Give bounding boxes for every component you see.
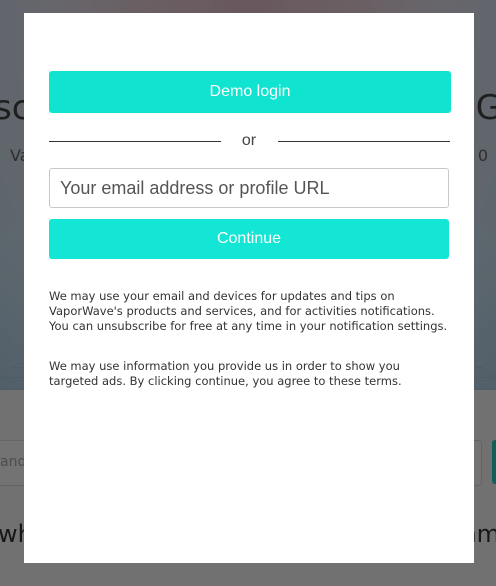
login-modal: Demo login or Continue We may use your e… <box>24 13 474 563</box>
divider-or-text: or <box>241 132 257 149</box>
divider-line-right <box>278 141 450 142</box>
divider-line-left <box>49 141 221 142</box>
notice-ads-text: We may use information you provide us in… <box>49 359 402 388</box>
email-input[interactable] <box>49 168 449 208</box>
continue-button[interactable]: Continue <box>49 219 449 259</box>
demo-login-button[interactable]: Demo login <box>49 71 451 113</box>
notice-updates-text: We may use your email and devices for up… <box>49 289 448 333</box>
